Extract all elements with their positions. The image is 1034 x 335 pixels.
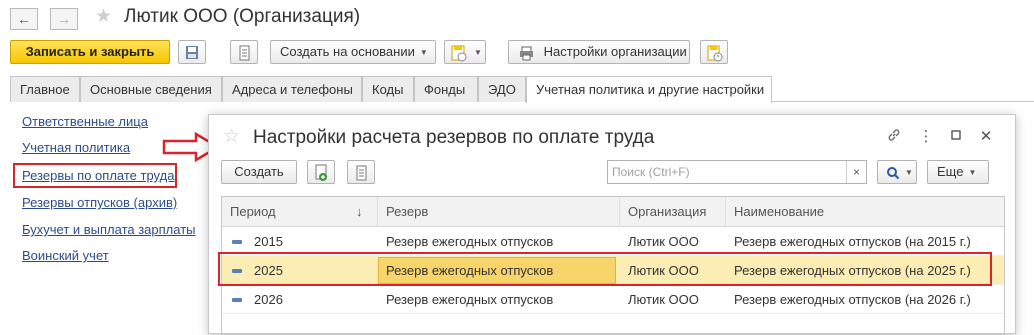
search-input[interactable] — [608, 161, 838, 183]
create-button[interactable]: Создать — [221, 160, 297, 184]
table-row[interactable]: 2026 Резерв ежегодных отпусков Лютик ООО… — [222, 285, 1004, 314]
history-button[interactable] — [700, 40, 728, 64]
chevron-down-icon: ▼ — [474, 48, 482, 57]
search-options-button[interactable]: ▼ — [877, 160, 917, 184]
link-accounting-policy[interactable]: Учетная политика — [22, 140, 130, 155]
chevron-down-icon: ▼ — [968, 168, 977, 177]
maximize-icon[interactable] — [947, 128, 965, 146]
row-status-icon — [232, 298, 242, 302]
arrow-left-icon: ← — [17, 11, 31, 27]
column-reserve[interactable]: Резерв — [378, 197, 620, 227]
back-button[interactable]: ← — [10, 8, 38, 30]
dialog-title: Настройки расчета резервов по оплате тру… — [253, 127, 655, 148]
reserves-settings-dialog: ☆ Настройки расчета резервов по оплате т… — [208, 114, 1016, 335]
favorite-star-icon[interactable]: ★ — [95, 7, 112, 27]
arrow-right-icon: → — [57, 11, 71, 27]
list-button[interactable] — [347, 160, 375, 184]
sort-arrow-icon: ↓ — [356, 204, 363, 219]
highlight-frame — [218, 252, 992, 286]
link-military-record[interactable]: Воинский учет — [22, 248, 109, 263]
link-vacation-reserves-archive[interactable]: Резервы отпусков (архив) — [22, 195, 177, 210]
add-copy-icon — [315, 164, 327, 181]
search-icon — [887, 166, 900, 179]
chevron-down-icon: ▼ — [419, 48, 428, 57]
tab-addresses[interactable]: Адреса и телефоны — [222, 76, 362, 102]
create-based-on-button[interactable]: Создать на основании ▼ — [270, 40, 436, 64]
save-and-close-button[interactable]: Записать и закрыть — [10, 40, 170, 64]
column-period[interactable]: Период ↓ — [222, 197, 378, 227]
more-menu-icon[interactable]: ⋮ — [917, 128, 935, 146]
close-icon[interactable]: ✕ — [977, 128, 995, 146]
column-name[interactable]: Наименование — [726, 197, 1004, 227]
org-settings-button[interactable]: Настройки организации — [508, 40, 690, 64]
table-header: Период ↓ Резерв Организация Наименование — [222, 197, 1004, 227]
favorite-star-icon[interactable]: ☆ — [223, 127, 240, 147]
report-icon — [451, 45, 467, 62]
history-icon — [707, 45, 723, 62]
clear-search-icon[interactable]: × — [846, 161, 866, 183]
tab-basic-info[interactable]: Основные сведения — [80, 76, 222, 102]
reports-button[interactable]: ▼ — [444, 40, 486, 64]
more-button[interactable]: Еще ▼ — [927, 160, 989, 184]
print-icon — [520, 46, 533, 61]
link-responsible-persons[interactable]: Ответственные лица — [22, 114, 148, 129]
save-button[interactable] — [178, 40, 206, 64]
save-icon — [186, 45, 198, 59]
column-organization[interactable]: Организация — [620, 197, 726, 227]
tab-codes[interactable]: Коды — [362, 76, 414, 102]
list-icon — [239, 45, 250, 61]
search-field: × — [607, 160, 867, 184]
tab-funds[interactable]: Фонды — [414, 76, 478, 102]
tab-edo[interactable]: ЭДО — [478, 76, 526, 102]
window-title: Лютик ООО (Организация) — [124, 6, 361, 27]
highlight-frame — [13, 163, 177, 188]
list-icon — [356, 165, 367, 181]
chevron-down-icon: ▼ — [905, 168, 913, 177]
tab-accounting-policy[interactable]: Учетная политика и другие настройки — [526, 76, 772, 103]
link-accounting-salary[interactable]: Бухучет и выплата зарплаты — [22, 222, 196, 237]
forward-button[interactable]: → — [50, 8, 78, 30]
list-button[interactable] — [230, 40, 258, 64]
link-icon[interactable] — [885, 128, 903, 146]
row-status-icon — [232, 240, 242, 244]
tab-main[interactable]: Главное — [10, 76, 80, 102]
copy-button[interactable] — [307, 160, 335, 184]
